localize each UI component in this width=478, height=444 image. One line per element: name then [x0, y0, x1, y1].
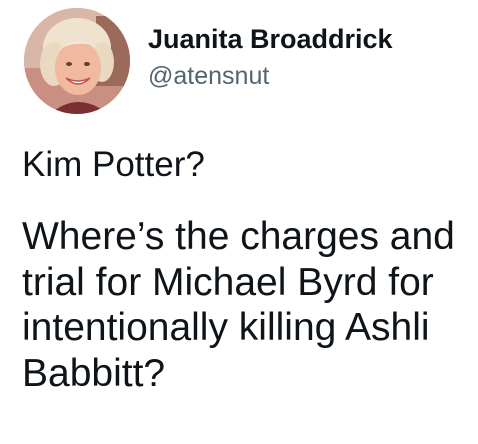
tweet-card: Juanita Broaddrick @atensnut Kim Potter?… — [0, 0, 478, 444]
tweet-text-line-2: Where’s the charges and trial for Michae… — [22, 215, 455, 395]
tweet-body: Kim Potter? Where’s the charges and tria… — [22, 143, 472, 396]
author-display-name[interactable]: Juanita Broaddrick — [148, 22, 468, 56]
tweet-text-line-1: Kim Potter? — [22, 145, 205, 184]
author-info: Juanita Broaddrick @atensnut — [148, 22, 468, 92]
profile-photo-icon — [24, 8, 130, 114]
author-handle[interactable]: @atensnut — [148, 60, 468, 92]
avatar[interactable] — [24, 8, 130, 114]
